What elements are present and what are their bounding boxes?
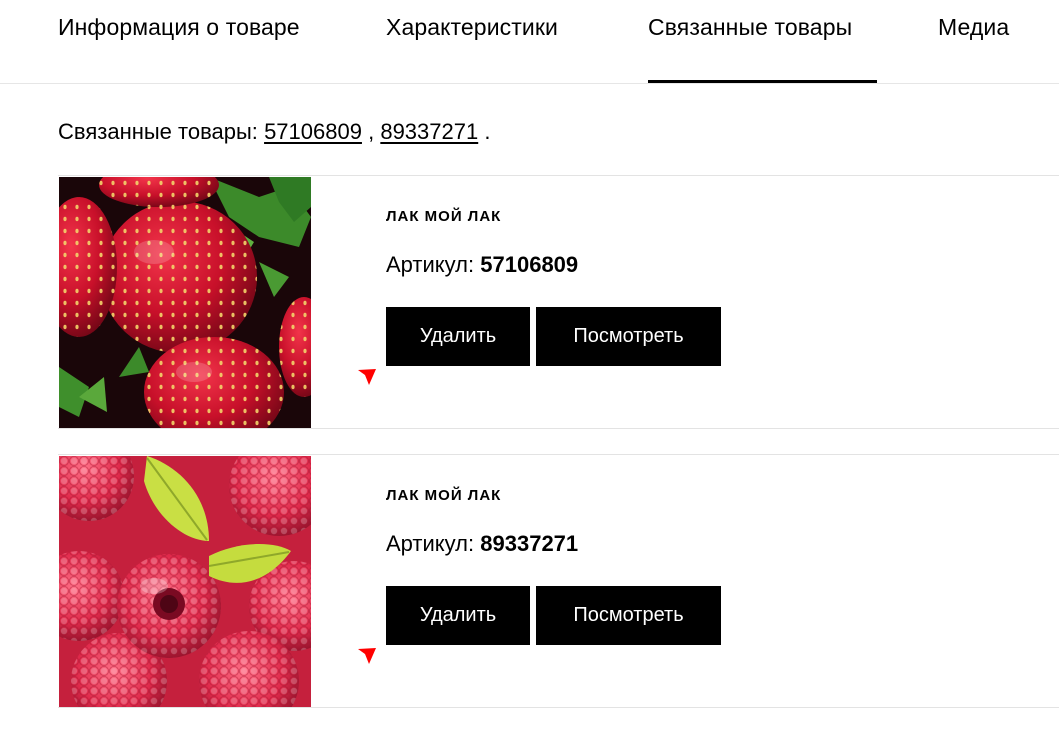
related-products-prefix: Связанные товары: — [58, 119, 258, 144]
related-link-1[interactable]: 57106809 — [264, 119, 362, 144]
delete-button[interactable]: Удалить — [386, 586, 530, 645]
tab-bar: Информация о товаре Характеристики Связа… — [0, 0, 1059, 84]
related-products-line: Связанные товары: 57106809 , 89337271 . — [58, 119, 490, 145]
strawberry-image — [59, 177, 311, 428]
related-separator: , — [368, 119, 375, 144]
delete-button[interactable]: Удалить — [386, 307, 530, 366]
cursor-marker-icon — [358, 648, 376, 664]
tab-related-products[interactable]: Связанные товары — [648, 14, 877, 83]
product-sku: Артикул: 89337271 — [386, 531, 578, 557]
product-brand: ЛАК МОЙ ЛАК — [386, 487, 502, 504]
sku-label: Артикул: — [386, 531, 475, 556]
tab-characteristics[interactable]: Характеристики — [386, 14, 558, 83]
sku-label: Артикул: — [386, 252, 475, 277]
related-product-card: ЛАК МОЙ ЛАК Артикул: 57106809 Удалить По… — [58, 175, 1059, 429]
tab-media[interactable]: Медиа — [938, 14, 1009, 83]
view-button[interactable]: Посмотреть — [536, 586, 721, 645]
view-button[interactable]: Посмотреть — [536, 307, 721, 366]
tab-product-info[interactable]: Информация о товаре — [58, 14, 300, 83]
sku-value: 57106809 — [480, 252, 579, 277]
related-suffix: . — [484, 119, 491, 144]
product-sku: Артикул: 57106809 — [386, 252, 578, 278]
related-product-card: ЛАК МОЙ ЛАК Артикул: 89337271 Удалить По… — [58, 454, 1059, 708]
related-link-2[interactable]: 89337271 — [380, 119, 478, 144]
cursor-marker-icon — [358, 369, 376, 385]
raspberry-image — [59, 456, 311, 707]
product-brand: ЛАК МОЙ ЛАК — [386, 208, 502, 225]
sku-value: 89337271 — [480, 531, 579, 556]
